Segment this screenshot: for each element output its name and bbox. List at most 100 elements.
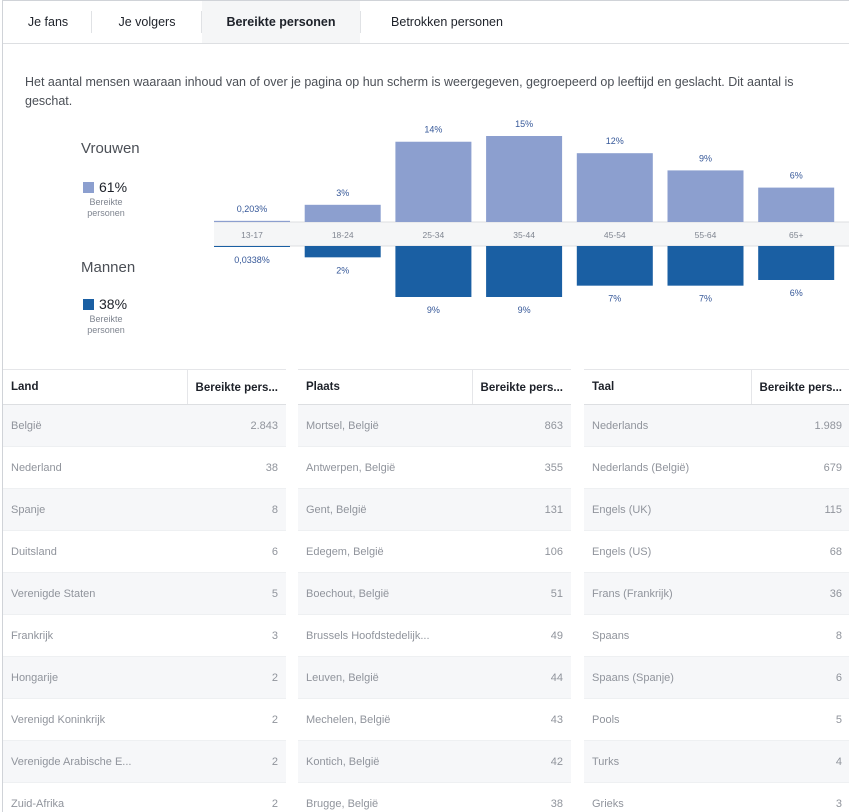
column-header-sortable[interactable]: Bereikte pers... [471,370,571,404]
table-row: Zuid-Afrika 2 [3,783,286,812]
table-header: Taal Bereikte pers... [584,369,849,405]
men-bar-18-24 [304,246,381,258]
women-bar-label-45-54: 12% [606,136,624,146]
row-value: 4 [835,755,842,768]
men-bar-13-17 [214,246,290,247]
table-row: Mortsel, België 863 [298,405,571,447]
row-value: 51 [550,587,563,600]
table-row: Engels (US) 68 [584,531,849,573]
women-bar-55-64 [667,170,744,222]
men-bar-label-45-54: 7% [608,294,621,304]
row-label: Mortsel, België [306,419,379,432]
row-label: Zuid-Afrika [11,797,65,810]
row-label: Antwerpen, België [306,461,396,474]
row-label: Engels (US) [592,545,652,558]
row-value: 131 [544,503,563,516]
men-bar-label-25-34: 9% [427,305,440,315]
row-label: Turks [592,755,620,768]
table-row: Nederlands 1.989 [584,405,849,447]
women-bar-label-35-44: 15% [515,119,533,129]
row-value: 106 [544,545,563,558]
age-tick-45-54: 45-54 [604,230,626,240]
row-label: Nederland [11,461,62,474]
table-row: Hongarije 2 [3,657,286,699]
age-tick-35-44: 35-44 [513,230,535,240]
row-value: 8 [835,629,842,642]
row-label: Spaans (Spanje) [592,671,674,684]
row-label: Nederlands (België) [592,461,690,474]
row-value: 38 [550,797,563,810]
row-label: Spaans [592,629,630,642]
table-row: Mechelen, België 43 [298,699,571,741]
table-row: Engels (UK) 115 [584,489,849,531]
table-row: Gent, België 131 [298,489,571,531]
women-bar-label-65+: 6% [790,171,803,181]
table-row: Edegem, België 106 [298,531,571,573]
women-bar-25-34 [395,141,472,222]
row-value: 5 [271,587,278,600]
table-row: Frankrijk 3 [3,615,286,657]
row-label: Brugge, België [306,797,379,810]
column-header-sortable[interactable]: Bereikte pers... [186,370,286,404]
column-header-sortable[interactable]: Bereikte pers... [750,370,849,404]
table-row: Kontich, België 42 [298,741,571,783]
men-bar-label-18-24: 2% [336,265,349,275]
age-gender-chart: 0,203% 0,0338% 13-17 3% 2% 18-24 14% 9% 25-34 15%… [214,119,849,315]
age-tick-18-24: 18-24 [332,230,354,240]
row-label: Hongarije [11,671,59,684]
row-label: Verenigd Koninkrijk [11,713,106,726]
row-value: 42 [550,755,563,768]
column-header[interactable]: Taal [584,381,751,393]
women-bar-18-24 [304,204,381,222]
row-label: Nederlands [592,419,649,432]
table-row: België 2.843 [3,405,286,447]
row-label: Gent, België [306,503,367,516]
row-value: 115 [824,503,842,516]
row-value: 2 [271,713,278,726]
row-label: Spanje [11,503,46,516]
city-table: Plaats Bereikte pers... Mortsel, België 863… [298,369,571,812]
table-row: Spaans (Spanje) 6 [584,657,849,699]
table-row: Brussels Hoofdstedelijk... 49 [298,615,571,657]
row-value: 2 [271,671,278,684]
women-bar-label-13-17: 0,203% [237,204,268,214]
age-tick-65+: 65+ [789,230,803,240]
table-row: Brugge, België 38 [298,783,571,812]
insights-panel: Je fans Je volgers Bereikte personen Bet… [2,0,849,812]
women-bar-label-18-24: 3% [336,188,349,198]
row-label: Verenigde Staten [11,587,96,600]
table-row: Verenigde Staten 5 [3,573,286,615]
table-header: Plaats Bereikte pers... [298,369,571,405]
table-row: Verenigde Arabische E... 2 [3,741,286,783]
women-bar-35-44 [486,136,563,222]
row-label: Pools [592,713,620,726]
row-value: 1.989 [814,419,842,432]
row-value: 3 [835,797,842,810]
row-value: 679 [823,461,842,474]
table-row: Nederland 38 [3,447,286,489]
women-bar-13-17 [214,220,290,222]
table-row: Spanje 8 [3,489,286,531]
column-header[interactable]: Land [3,381,187,393]
row-label: Verenigde Arabische E... [11,755,132,768]
row-label: Frankrijk [11,629,54,642]
row-value: 6 [835,671,842,684]
row-value: 355 [544,461,563,474]
row-label: Engels (UK) [592,503,652,516]
row-value: 44 [550,671,563,684]
row-value: 2 [271,797,278,810]
language-table: Taal Bereikte pers... Nederlands 1.989 Neder… [584,369,849,812]
table-row: Spaans 8 [584,615,849,657]
row-label: Frans (Frankrijk) [592,587,673,600]
age-tick-55-64: 55-64 [695,230,717,240]
men-bar-65+ [758,246,835,280]
row-value: 863 [544,419,563,432]
table-row: Duitsland 6 [3,531,286,573]
table-row: Antwerpen, België 355 [298,447,571,489]
column-header[interactable]: Plaats [298,381,472,393]
row-value: 2 [271,755,278,768]
table-row: Boechout, België 51 [298,573,571,615]
table-row: Grieks 3 [584,783,849,812]
row-label: Brussels Hoofdstedelijk... [306,629,430,642]
table-row: Verenigd Koninkrijk 2 [3,699,286,741]
